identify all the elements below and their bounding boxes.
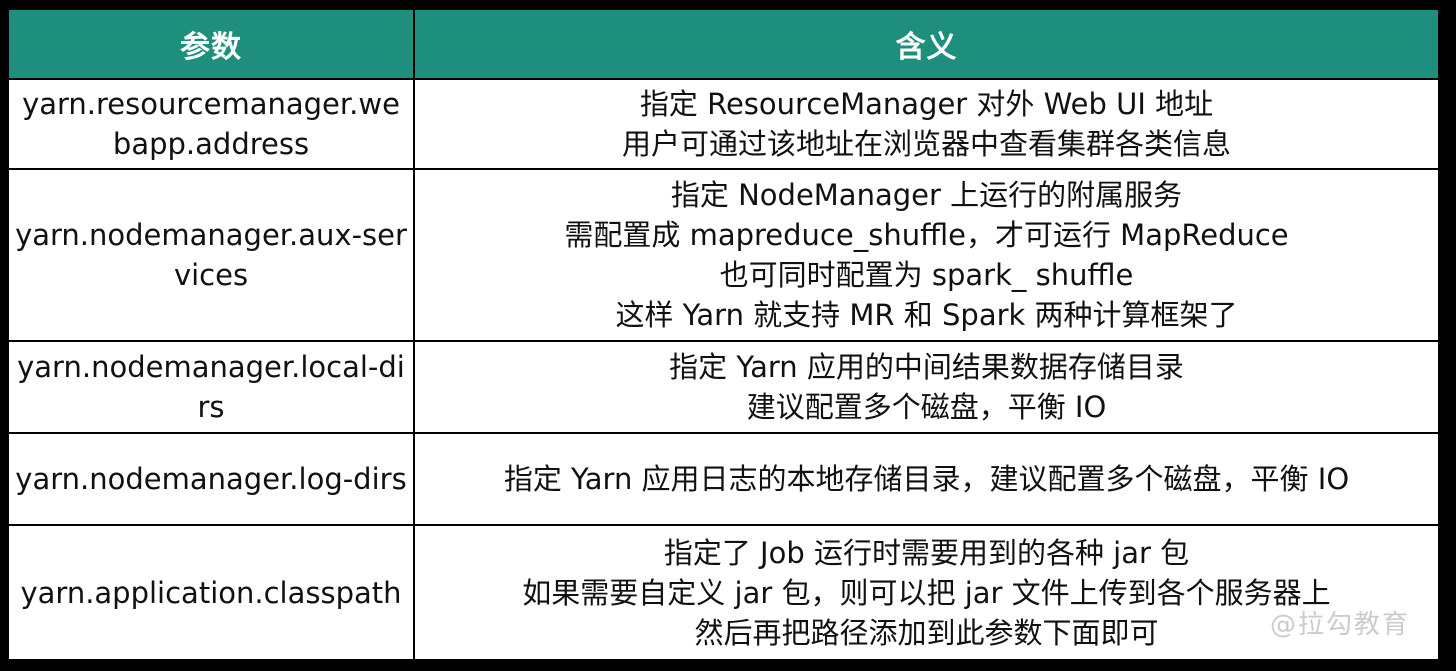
param-cell: yarn.application.classpath	[7, 524, 415, 661]
table-header-row: 参数 含义	[7, 8, 1440, 80]
table-row: yarn.application.classpath 指定了 Job 运行时需要…	[7, 524, 1440, 661]
config-table-frame: 参数 含义 yarn.resourcemanager.webapp.addres…	[7, 8, 1440, 661]
param-cell: yarn.nodemanager.log-dirs	[7, 432, 415, 526]
meaning-line: 然后再把路径添加到此参数下面即可	[694, 615, 1159, 650]
table-row: yarn.resourcemanager.webapp.address 指定 R…	[7, 78, 1440, 170]
meaning-cell: 指定 ResourceManager 对外 Web UI 地址 用户可通过该地址…	[413, 78, 1440, 170]
meaning-cell: 指定 Yarn 应用日志的本地存储目录，建议配置多个磁盘，平衡 IO	[413, 432, 1440, 526]
param-cell: yarn.resourcemanager.webapp.address	[7, 78, 415, 170]
meaning-line: 指定了 Job 运行时需要用到的各种 jar 包	[663, 535, 1190, 570]
header-meaning: 含义	[413, 8, 1440, 80]
table-row: yarn.nodemanager.local-dirs 指定 Yarn 应用的中…	[7, 340, 1440, 434]
table-row: yarn.nodemanager.aux-services 指定 NodeMan…	[7, 168, 1440, 342]
meaning-line: 需配置成 mapreduce_shuffle，才可运行 MapReduce	[564, 218, 1289, 252]
table-row: yarn.nodemanager.log-dirs 指定 Yarn 应用日志的本…	[7, 432, 1440, 526]
meaning-cell: 指定了 Job 运行时需要用到的各种 jar 包 如果需要自定义 jar 包，则…	[413, 524, 1440, 661]
meaning-cell: 指定 Yarn 应用的中间结果数据存储目录 建议配置多个磁盘，平衡 IO	[413, 340, 1440, 434]
meaning-line: 用户可通过该地址在浏览器中查看集群各类信息	[621, 127, 1231, 161]
param-cell: yarn.nodemanager.aux-services	[7, 168, 415, 342]
meaning-line: 指定 NodeManager 上运行的附属服务	[670, 178, 1183, 212]
meaning-line: 也可同时配置为 spark_ shuffle	[719, 258, 1134, 292]
meaning-cell: 指定 NodeManager 上运行的附属服务 需配置成 mapreduce_s…	[413, 168, 1440, 342]
param-cell: yarn.nodemanager.local-dirs	[7, 340, 415, 434]
meaning-line: 这样 Yarn 就支持 MR 和 Spark 两种计算框架了	[615, 298, 1238, 332]
meaning-line: 指定 Yarn 应用日志的本地存储目录，建议配置多个磁盘，平衡 IO	[503, 462, 1350, 496]
meaning-line: 如果需要自定义 jar 包，则可以把 jar 文件上传到各个服务器上	[522, 575, 1331, 610]
meaning-line: 指定 Yarn 应用的中间结果数据存储目录	[669, 350, 1184, 384]
yarn-config-table: 参数 含义 yarn.resourcemanager.webapp.addres…	[7, 8, 1440, 661]
header-param: 参数	[7, 8, 415, 80]
meaning-line: 建议配置多个磁盘，平衡 IO	[746, 390, 1107, 424]
meaning-line: 指定 ResourceManager 对外 Web UI 地址	[639, 87, 1214, 121]
